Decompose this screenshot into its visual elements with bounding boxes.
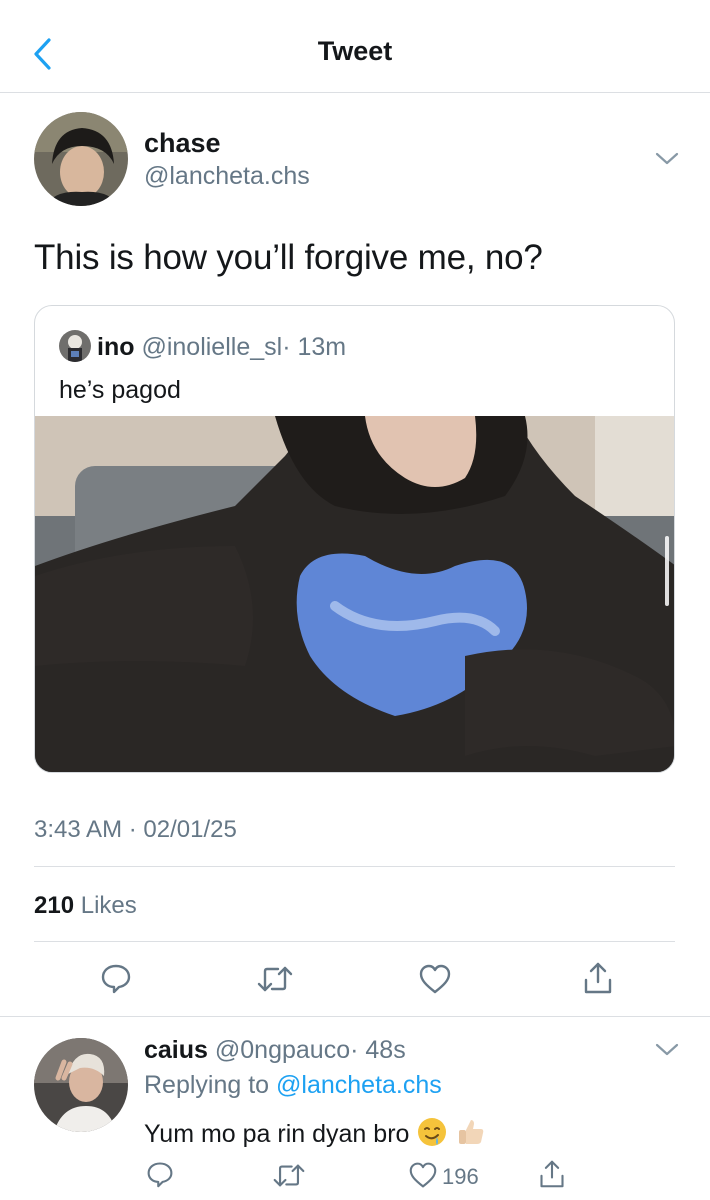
divider (34, 866, 675, 867)
divider (34, 941, 675, 942)
reply-time: · 48s (350, 1036, 406, 1064)
reply-author-avatar[interactable] (34, 1038, 128, 1132)
author-handle[interactable]: @lancheta.chs (144, 162, 310, 191)
reply-text-line: Yum mo pa rin dyan bro (144, 1116, 487, 1155)
quoted-tweet-photo[interactable] (35, 416, 674, 772)
chevron-down-icon (655, 1043, 679, 1056)
tweet-menu-button[interactable] (654, 150, 680, 171)
replying-to-label: Replying to (144, 1071, 270, 1099)
likes-stat[interactable]: 210 Likes (34, 892, 137, 920)
comment-icon[interactable] (146, 1160, 174, 1188)
likes-label: Likes (80, 892, 137, 919)
tweet-timestamp: 3:43 AM · 02/01/25 (34, 816, 237, 843)
replying-to-handle[interactable]: @lancheta.chs (276, 1071, 442, 1099)
share-icon[interactable] (538, 1158, 566, 1190)
reply-like-count: 196 (442, 1164, 479, 1189)
retweet-icon[interactable] (272, 1162, 306, 1189)
quoted-tweet-header: ino @inolielle_sl· 13m (59, 330, 346, 362)
quoted-author-name: ino (97, 333, 135, 361)
drooling-face-emoji (416, 1116, 448, 1155)
author-name[interactable]: chase (144, 128, 221, 159)
quoted-author-avatar (59, 330, 91, 362)
retweet-icon[interactable] (256, 964, 294, 994)
divider (0, 1016, 710, 1017)
comment-icon[interactable] (100, 962, 132, 994)
thumbs-up-emoji (455, 1116, 487, 1155)
reply-text: Yum mo pa rin dyan bro (144, 1120, 410, 1149)
quoted-tweet-time: · 13m (282, 333, 347, 361)
nav-divider (0, 92, 710, 93)
reply-author-handle[interactable]: @0ngpauco (215, 1036, 350, 1064)
replying-to: Replying to @lancheta.chs (144, 1071, 442, 1100)
quoted-tweet-card[interactable]: ino @inolielle_sl· 13m he’s pagod (34, 305, 675, 773)
share-icon[interactable] (582, 960, 614, 996)
likes-count: 210 (34, 892, 75, 919)
reply-author-name[interactable]: caius (144, 1036, 208, 1064)
author-avatar[interactable] (34, 112, 128, 206)
reply-menu-button[interactable] (654, 1041, 680, 1062)
quoted-author-handle: @inolielle_sl (141, 333, 283, 361)
chevron-down-icon (655, 152, 679, 165)
tweet-text: This is how you’ll forgive me, no? (34, 238, 543, 277)
quoted-tweet-text: he’s pagod (59, 376, 181, 404)
page-title: Tweet (317, 36, 393, 66)
heart-icon[interactable] (408, 1161, 438, 1189)
reply-header: caius @0ngpauco· 48s (144, 1036, 406, 1065)
heart-icon[interactable] (418, 963, 452, 995)
